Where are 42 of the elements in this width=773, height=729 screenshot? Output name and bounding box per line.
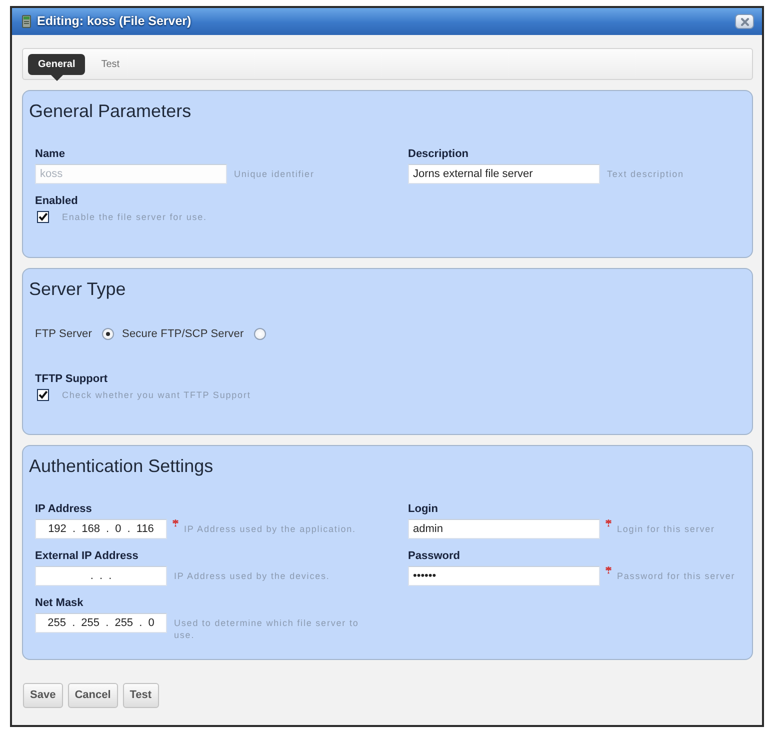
checkbox[interactable]	[37, 211, 49, 223]
radio-label[interactable]: FTP Server	[35, 326, 92, 342]
field-label: TFTP Support	[35, 373, 108, 386]
section-heading: General Parameters	[28, 100, 192, 122]
close-button[interactable]	[735, 14, 754, 29]
field-label: Description	[408, 148, 469, 161]
window-title: Editing: koss (File Server)	[37, 13, 192, 30]
field-label: Net Mask	[35, 597, 84, 610]
action-button[interactable]: Cancel	[68, 683, 118, 708]
radio-button[interactable]	[254, 328, 266, 340]
ip-address-field[interactable]: 192 . 168 . 0 . 116	[35, 519, 167, 539]
action-button[interactable]: Test	[122, 683, 159, 708]
server-icon	[22, 15, 31, 28]
section-heading: Authentication Settings	[28, 455, 214, 477]
radio-button[interactable]	[102, 328, 114, 340]
radio-label[interactable]: Secure FTP/SCP Server	[122, 326, 244, 342]
field-hint: Used to determine which file server to use.	[174, 617, 360, 641]
field-hint: Password for this server	[617, 570, 736, 582]
field-hint: Unique identifier	[234, 168, 314, 180]
tab[interactable]: Test	[91, 54, 130, 74]
field-label: Password	[408, 550, 460, 563]
field-label: Login	[408, 503, 438, 516]
close-icon	[740, 18, 748, 26]
field-hint: Login for this server	[617, 523, 715, 535]
checkbox[interactable]	[37, 389, 49, 401]
text-field[interactable]: ••••••	[408, 566, 600, 586]
field-label: Enabled	[35, 195, 78, 208]
action-button[interactable]: Save	[23, 683, 63, 708]
field-hint: IP Address used by the application.	[184, 523, 356, 535]
checkbox-hint: Enable the file server for use.	[62, 211, 207, 223]
checkbox-hint: Check whether you want TFTP Support	[62, 389, 251, 401]
text-field[interactable]: Jorns external file server	[408, 164, 600, 184]
tab-pointer-icon	[50, 74, 63, 80]
section-heading: Server Type	[28, 278, 127, 300]
ip-address-field[interactable]: . . .	[35, 566, 167, 586]
field-label: Name	[35, 148, 65, 161]
field-label: IP Address	[35, 503, 92, 516]
field-hint: Text description	[607, 168, 684, 180]
field-hint: IP Address used by the devices.	[174, 570, 330, 582]
field-label: External IP Address	[35, 550, 138, 563]
text-field[interactable]: admin	[408, 519, 600, 539]
ip-address-field[interactable]: 255 . 255 . 255 . 0	[35, 613, 167, 633]
